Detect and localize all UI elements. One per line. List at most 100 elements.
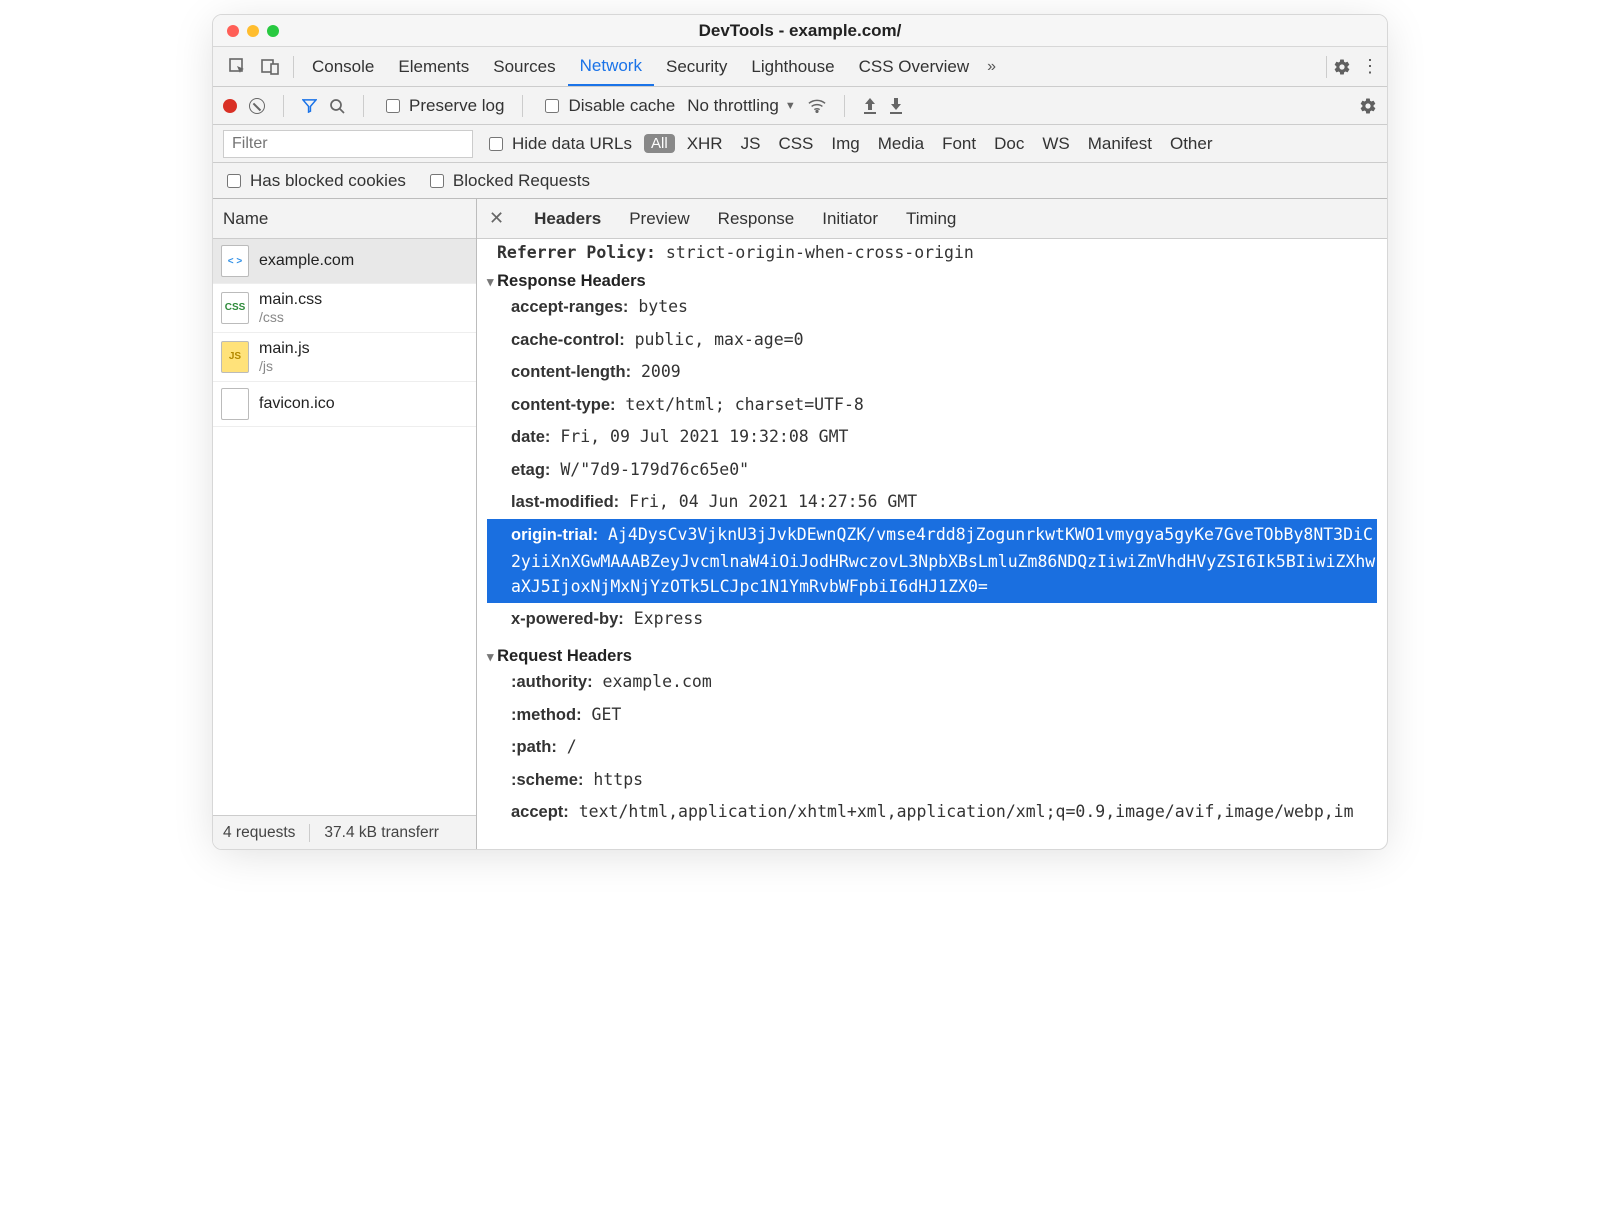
dropdown-icon: ▼ bbox=[785, 100, 796, 112]
header-value: text/html; charset=UTF-8 bbox=[616, 395, 864, 414]
status-requests: 4 requests bbox=[223, 824, 295, 842]
header-name: x-powered-by: bbox=[511, 610, 624, 628]
filter-type-other[interactable]: Other bbox=[1170, 134, 1213, 154]
header-row[interactable]: date: Fri, 09 Jul 2021 19:32:08 GMT bbox=[487, 421, 1377, 454]
download-har-icon[interactable] bbox=[889, 98, 903, 114]
request-list-pane: Name < >example.comCSSmain.css/cssJSmain… bbox=[213, 199, 477, 849]
header-row[interactable]: :path: / bbox=[487, 731, 1377, 764]
header-value: public, max-age=0 bbox=[625, 330, 804, 349]
request-name: main.css bbox=[259, 290, 322, 309]
request-path: /js bbox=[259, 358, 310, 375]
request-list: < >example.comCSSmain.css/cssJSmain.js/j… bbox=[213, 239, 476, 815]
header-row[interactable]: x-powered-by: Express bbox=[487, 603, 1377, 636]
header-value: Fri, 09 Jul 2021 19:32:08 GMT bbox=[550, 427, 848, 446]
close-detail-icon[interactable]: ✕ bbox=[489, 208, 512, 229]
detail-tab-headers[interactable]: Headers bbox=[534, 209, 601, 229]
tab-elements[interactable]: Elements bbox=[386, 47, 481, 86]
tab-sources[interactable]: Sources bbox=[481, 47, 567, 86]
titlebar: DevTools - example.com/ bbox=[213, 15, 1387, 47]
header-row[interactable]: accept-ranges: bytes bbox=[487, 291, 1377, 324]
inspect-icon[interactable] bbox=[229, 58, 247, 76]
headers-panel[interactable]: Referrer Policy: strict-origin-when-cros… bbox=[477, 239, 1387, 849]
header-row[interactable]: accept: text/html,application/xhtml+xml,… bbox=[487, 796, 1377, 829]
header-value: Fri, 04 Jun 2021 14:27:56 GMT bbox=[619, 492, 917, 511]
tab-security[interactable]: Security bbox=[654, 47, 739, 86]
response-headers-section[interactable]: Response Headers bbox=[487, 272, 1377, 291]
upload-har-icon[interactable] bbox=[863, 98, 877, 114]
header-row: Referrer Policy: strict-origin-when-cros… bbox=[477, 239, 1387, 266]
network-conditions-icon[interactable] bbox=[808, 99, 826, 113]
request-headers-section[interactable]: Request Headers bbox=[487, 647, 1377, 666]
header-value: W/"7d9-179d76c65e0" bbox=[550, 460, 749, 479]
disable-cache-checkbox[interactable]: Disable cache bbox=[541, 96, 675, 116]
request-row[interactable]: JSmain.js/js bbox=[213, 333, 476, 382]
preserve-log-checkbox[interactable]: Preserve log bbox=[382, 96, 504, 116]
column-header-name[interactable]: Name bbox=[213, 199, 476, 239]
devtools-window: DevTools - example.com/ ConsoleElementsS… bbox=[212, 14, 1388, 850]
detail-tab-preview[interactable]: Preview bbox=[629, 209, 689, 229]
throttling-select[interactable]: No throttling ▼ bbox=[687, 96, 796, 116]
filter-type-all[interactable]: All bbox=[644, 134, 675, 153]
request-name: example.com bbox=[259, 251, 354, 270]
filter-input[interactable] bbox=[223, 130, 473, 158]
header-name: last-modified: bbox=[511, 493, 619, 511]
header-row[interactable]: cache-control: public, max-age=0 bbox=[487, 324, 1377, 357]
header-value: bytes bbox=[628, 297, 688, 316]
filter-type-xhr[interactable]: XHR bbox=[687, 134, 723, 154]
blank-file-icon bbox=[221, 388, 249, 420]
request-row[interactable]: < >example.com bbox=[213, 239, 476, 284]
status-transfer: 37.4 kB transferr bbox=[309, 824, 439, 842]
header-value: 2009 bbox=[631, 362, 681, 381]
header-row[interactable]: last-modified: Fri, 04 Jun 2021 14:27:56… bbox=[487, 486, 1377, 519]
hide-data-urls-label: Hide data URLs bbox=[512, 134, 632, 154]
filter-type-img[interactable]: Img bbox=[831, 134, 859, 154]
request-name: favicon.ico bbox=[259, 394, 335, 413]
more-menu-icon[interactable]: ⋮ bbox=[1361, 56, 1379, 77]
has-blocked-cookies-checkbox[interactable]: Has blocked cookies bbox=[223, 171, 406, 191]
filter-type-manifest[interactable]: Manifest bbox=[1088, 134, 1152, 154]
tab-css-overview[interactable]: CSS Overview bbox=[847, 47, 982, 86]
filter-type-ws[interactable]: WS bbox=[1042, 134, 1069, 154]
device-toggle-icon[interactable] bbox=[261, 58, 279, 76]
header-name: :scheme: bbox=[511, 771, 583, 789]
header-name: date: bbox=[511, 428, 550, 446]
more-tabs-icon[interactable]: » bbox=[981, 58, 1002, 76]
header-row[interactable]: :authority: example.com bbox=[487, 666, 1377, 699]
header-row[interactable]: etag: W/"7d9-179d76c65e0" bbox=[487, 454, 1377, 487]
header-row[interactable]: :scheme: https bbox=[487, 764, 1377, 797]
search-icon[interactable] bbox=[329, 98, 345, 114]
record-button[interactable] bbox=[223, 99, 237, 113]
header-row[interactable]: content-type: text/html; charset=UTF-8 bbox=[487, 389, 1377, 422]
clear-button[interactable] bbox=[249, 98, 265, 114]
js-file-icon: JS bbox=[221, 341, 249, 373]
header-value: GET bbox=[582, 705, 622, 724]
header-row[interactable]: origin-trial: Aj4DysCv3VjknU3jJvkDEwnQZK… bbox=[487, 519, 1377, 603]
tab-network[interactable]: Network bbox=[568, 47, 654, 86]
blocked-requests-checkbox[interactable]: Blocked Requests bbox=[426, 171, 590, 191]
blocked-requests-label: Blocked Requests bbox=[453, 171, 590, 191]
filter-type-js[interactable]: JS bbox=[741, 134, 761, 154]
detail-tab-response[interactable]: Response bbox=[718, 209, 795, 229]
hide-data-urls-checkbox[interactable]: Hide data URLs bbox=[485, 134, 632, 154]
filter-toggle-icon[interactable] bbox=[302, 98, 317, 113]
filter-type-font[interactable]: Font bbox=[942, 134, 976, 154]
header-name: :method: bbox=[511, 706, 582, 724]
css-file-icon: CSS bbox=[221, 292, 249, 324]
network-settings-icon[interactable] bbox=[1359, 97, 1377, 115]
detail-tab-timing[interactable]: Timing bbox=[906, 209, 956, 229]
header-row[interactable]: :method: GET bbox=[487, 699, 1377, 732]
tab-console[interactable]: Console bbox=[300, 47, 386, 86]
window-title: DevTools - example.com/ bbox=[213, 21, 1387, 41]
separator bbox=[293, 56, 294, 78]
header-name: content-length: bbox=[511, 363, 631, 381]
filter-type-media[interactable]: Media bbox=[878, 134, 924, 154]
header-row[interactable]: content-length: 2009 bbox=[487, 356, 1377, 389]
filter-type-doc[interactable]: Doc bbox=[994, 134, 1024, 154]
filter-type-css[interactable]: CSS bbox=[778, 134, 813, 154]
filter-bar: Hide data URLs All XHR JS CSS Img Media Font D… bbox=[213, 125, 1387, 163]
settings-icon[interactable] bbox=[1333, 58, 1351, 76]
detail-tab-initiator[interactable]: Initiator bbox=[822, 209, 878, 229]
request-row[interactable]: favicon.ico bbox=[213, 382, 476, 427]
tab-lighthouse[interactable]: Lighthouse bbox=[739, 47, 846, 86]
request-row[interactable]: CSSmain.css/css bbox=[213, 284, 476, 333]
